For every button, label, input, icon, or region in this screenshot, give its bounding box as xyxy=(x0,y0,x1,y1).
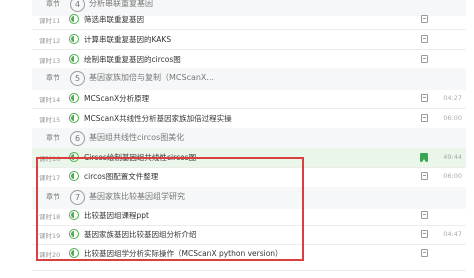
lesson-title: 计算串联重复基因的KAKS xyxy=(84,35,172,44)
lesson-label: 课时11 xyxy=(39,17,61,25)
lesson-duration: 06:00 xyxy=(443,172,462,180)
lesson-title: MCScanX分析原理 xyxy=(84,94,150,103)
document-icon[interactable] xyxy=(421,114,428,122)
lesson-label: 课时15 xyxy=(39,116,61,124)
lesson-label: 课时17 xyxy=(39,174,61,182)
lesson-title: 比较基因组课程ppt xyxy=(84,211,149,220)
lesson-label: 课时20 xyxy=(39,251,61,259)
lesson-title: Circos绘制基因组共线性circos图 xyxy=(84,153,197,162)
chapter-title: 分析串联重复基因 xyxy=(89,0,153,8)
document-icon[interactable] xyxy=(421,15,428,23)
lesson-duration: 49:44 xyxy=(443,153,462,161)
lesson-row-13[interactable]: 课时13 绘制串联重复基因的circos图 xyxy=(32,50,466,69)
lesson-duration: 06:00 xyxy=(443,114,462,122)
lesson-label: 课时13 xyxy=(39,57,61,65)
lesson-title: 绘制串联重复基因的circos图 xyxy=(84,55,181,64)
lesson-title: 比较基因组学分析实际操作（MCScanX python version） xyxy=(84,249,283,258)
chapter-number: 6 xyxy=(70,131,85,146)
document-icon[interactable] xyxy=(421,172,428,180)
video-icon xyxy=(69,152,79,162)
chapter-label: 章节 xyxy=(46,134,60,142)
chapter-number: 5 xyxy=(70,71,85,86)
lesson-duration: 04:27 xyxy=(443,94,462,102)
video-icon xyxy=(69,54,79,64)
document-icon[interactable] xyxy=(421,211,428,219)
lesson-label: 课时12 xyxy=(39,37,61,45)
lesson-row-14[interactable]: 课时14 MCScanX分析原理 04:27 xyxy=(32,89,466,108)
video-icon xyxy=(69,229,79,239)
lesson-title: MCScanX共线性分析基因家族加倍过程实操 xyxy=(84,114,232,123)
document-icon[interactable] xyxy=(421,249,428,257)
lesson-row-16[interactable]: 课时16 Circos绘制基因组共线性circos图 49:44 xyxy=(32,148,466,167)
video-icon xyxy=(69,210,79,220)
lesson-row-11[interactable]: 课时11 筛选串联重复基因 xyxy=(32,10,466,29)
bookmark-icon[interactable] xyxy=(420,153,428,162)
lesson-label: 课时16 xyxy=(39,155,61,163)
chapter-label: 章节 xyxy=(46,0,60,8)
lesson-row-17[interactable]: 课时17 circos图配置文件整理 06:00 xyxy=(32,167,466,186)
lesson-row-19[interactable]: 课时19 基因家族基因比较基因组分析介绍 04:47 xyxy=(32,225,466,244)
course-outline: 章节 4 分析串联重复基因 课时11 筛选串联重复基因 课时12 计算串联重复基… xyxy=(0,0,474,278)
chapter-label: 章节 xyxy=(46,74,60,82)
lesson-label: 课时14 xyxy=(39,96,61,104)
chapter-label: 章节 xyxy=(46,193,60,201)
chapter-header-6[interactable]: 章节 6 基因组共线性circos图美化 xyxy=(32,128,466,150)
video-icon xyxy=(69,93,79,103)
document-icon[interactable] xyxy=(421,55,428,63)
video-icon xyxy=(69,14,79,24)
chapter-header-5[interactable]: 章节 5 基因家族加倍与复制（MCScanX... xyxy=(32,68,466,90)
lesson-title: 基因家族基因比较基因组分析介绍 xyxy=(84,230,197,239)
video-icon xyxy=(69,171,79,181)
lesson-row-18[interactable]: 课时18 比较基因组课程ppt xyxy=(32,206,466,225)
chapter-title: 基因家族加倍与复制（MCScanX... xyxy=(89,73,215,82)
chapter-number: 7 xyxy=(70,190,85,205)
lesson-title: 筛选串联重复基因 xyxy=(84,15,144,24)
lesson-row-12[interactable]: 课时12 计算串联重复基因的KAKS xyxy=(32,30,466,49)
lesson-row-15[interactable]: 课时15 MCScanX共线性分析基因家族加倍过程实操 06:00 xyxy=(32,109,466,128)
document-icon[interactable] xyxy=(421,35,428,43)
video-icon xyxy=(69,113,79,123)
document-icon[interactable] xyxy=(421,230,428,238)
document-icon[interactable] xyxy=(421,94,428,102)
lesson-duration: 04:47 xyxy=(443,230,462,238)
video-icon xyxy=(69,34,79,44)
lesson-label: 课时19 xyxy=(39,232,61,240)
lesson-label: 课时18 xyxy=(39,213,61,221)
lesson-title: circos图配置文件整理 xyxy=(84,172,159,181)
chapter-title: 基因家族比较基因组学研究 xyxy=(89,192,185,201)
video-icon xyxy=(69,248,79,258)
lesson-row-20[interactable]: 课时20 比较基因组学分析实际操作（MCScanX python version… xyxy=(32,244,466,263)
divider xyxy=(32,270,466,271)
chapter-title: 基因组共线性circos图美化 xyxy=(89,133,185,142)
